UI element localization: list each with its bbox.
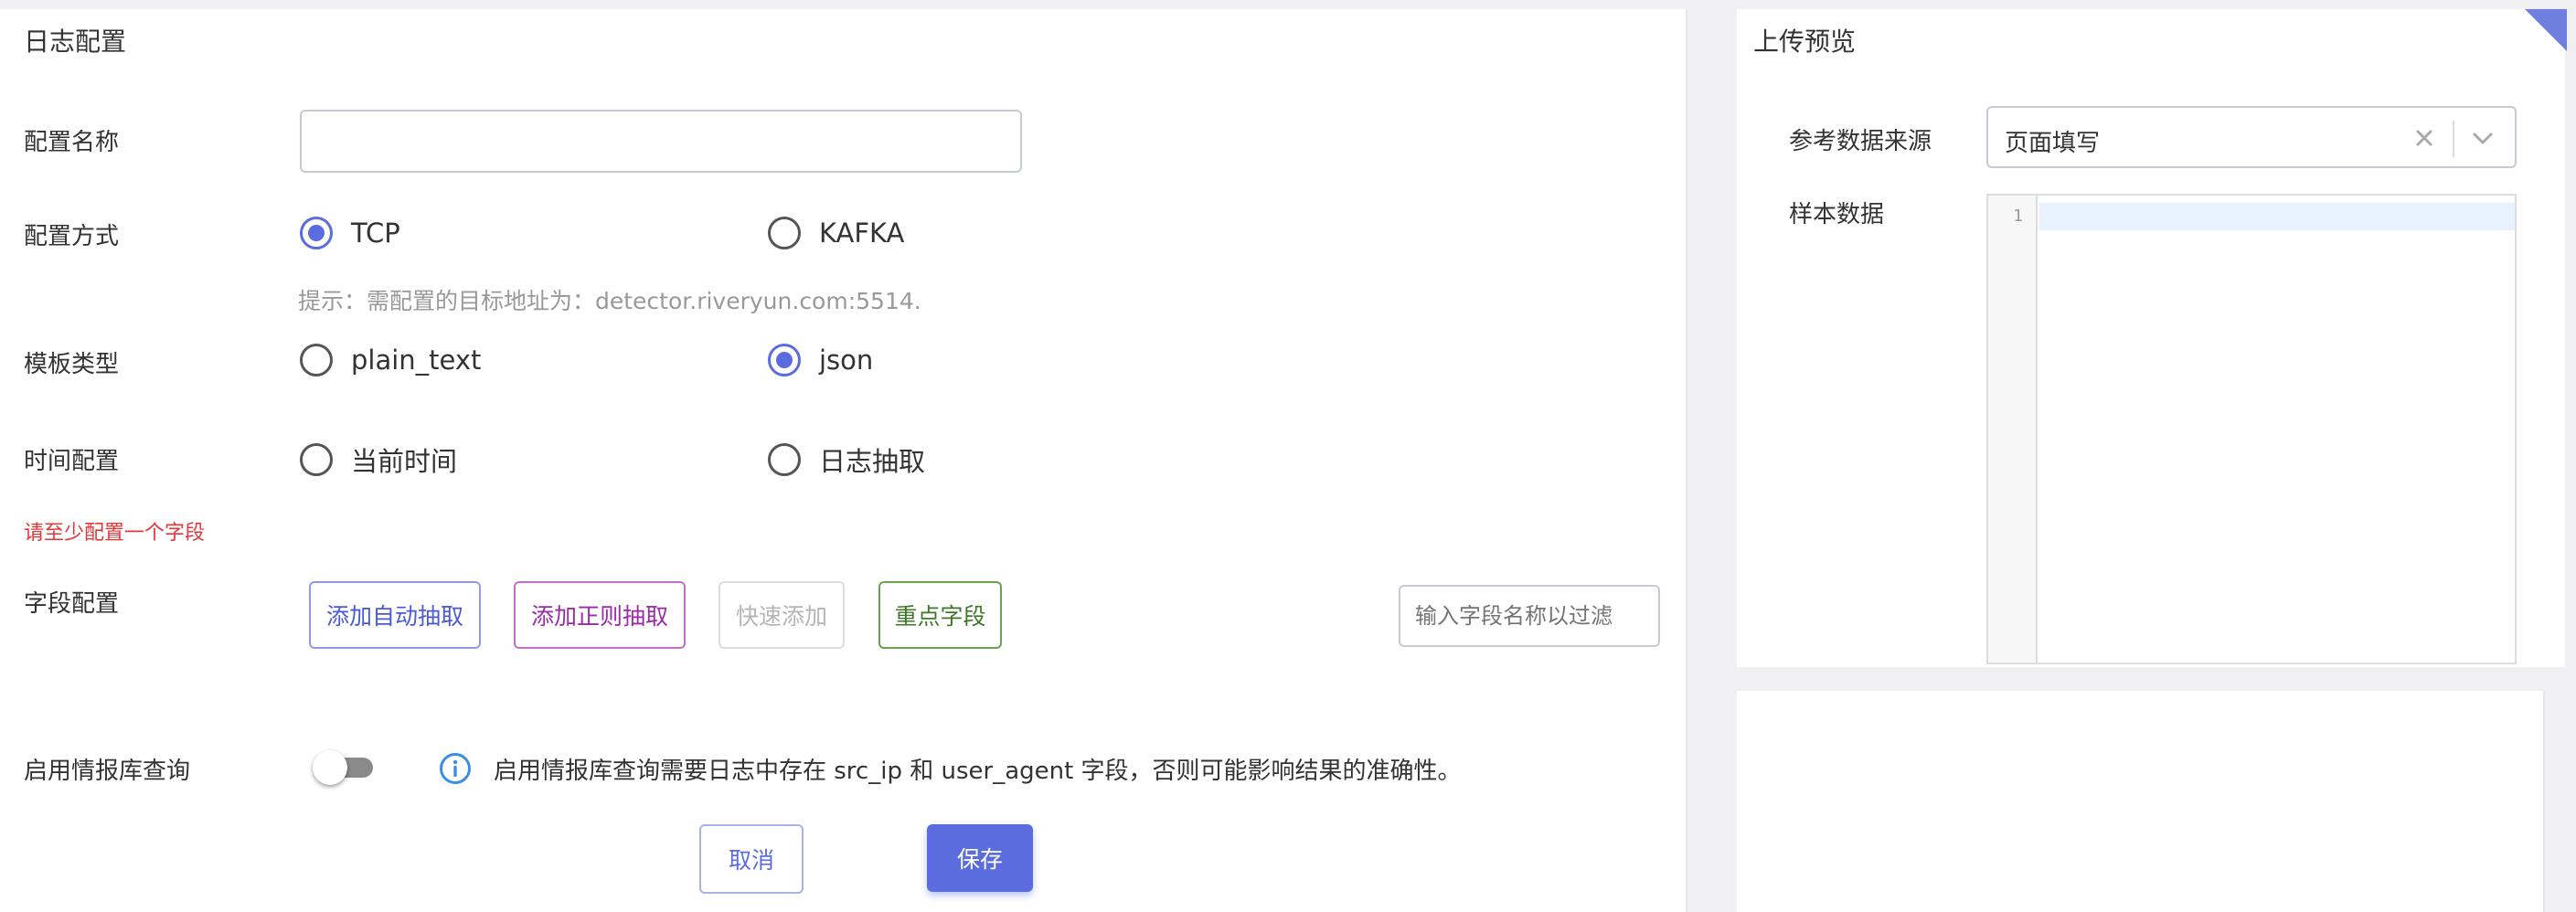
log-config-panel: 日志配置 配置名称 配置方式 TCP KAFKA 提示：需配置的目标地址为：de…: [0, 9, 1687, 912]
save-button[interactable]: 保存: [927, 824, 1033, 892]
intel-query-label: 启用情报库查询: [24, 758, 191, 785]
radio-plain-text-label: plain_text: [351, 345, 482, 376]
radio-kafka-label: KAFKA: [819, 217, 905, 249]
radio-indicator: [300, 344, 333, 376]
panel-gutter: [1687, 9, 1713, 912]
radio-indicator: [300, 217, 333, 249]
field-config-label: 字段配置: [24, 590, 120, 618]
preview-result-panel: [1737, 691, 2543, 912]
radio-tcp[interactable]: TCP: [300, 217, 400, 249]
quick-add-button[interactable]: 快速添加: [719, 581, 845, 649]
upload-preview-title: 上传预览: [1753, 27, 1857, 57]
sample-data-input[interactable]: [2039, 196, 2515, 663]
line-number: 1: [2013, 207, 2023, 226]
info-icon: [440, 753, 471, 784]
corner-flag-icon: [2525, 9, 2567, 51]
field-filter-input[interactable]: [1399, 585, 1660, 647]
config-name-label: 配置名称: [24, 129, 120, 156]
radio-tcp-label: TCP: [351, 217, 400, 249]
data-source-label: 参考数据来源: [1789, 128, 1932, 155]
cancel-button[interactable]: 取消: [699, 824, 804, 894]
field-error-message: 请至少配置一个字段: [24, 522, 206, 545]
key-fields-button[interactable]: 重点字段: [878, 581, 1002, 649]
intel-query-info-text: 启用情报库查询需要日志中存在 src_ip 和 user_agent 字段，否则…: [494, 758, 1462, 785]
sample-data-editor: 1: [1986, 194, 2517, 664]
radio-json-label: json: [819, 345, 874, 376]
radio-current-time[interactable]: 当前时间: [300, 440, 457, 479]
radio-json[interactable]: json: [768, 344, 873, 376]
template-type-label: 模板类型: [24, 351, 120, 378]
add-regex-extract-button[interactable]: 添加正则抽取: [514, 581, 686, 649]
radio-plain-text[interactable]: plain_text: [300, 344, 481, 376]
clear-icon[interactable]: [2411, 124, 2438, 152]
radio-indicator: [768, 443, 801, 476]
radio-kafka[interactable]: KAFKA: [768, 217, 904, 249]
config-method-label: 配置方式: [24, 223, 120, 250]
log-config-title: 日志配置: [24, 27, 127, 57]
radio-indicator: [768, 344, 801, 376]
editor-gutter: 1: [1988, 196, 2038, 663]
config-name-input[interactable]: [300, 110, 1022, 173]
add-auto-extract-button[interactable]: 添加自动抽取: [309, 581, 481, 649]
intel-query-toggle[interactable]: [313, 750, 373, 785]
chevron-down-icon[interactable]: [2469, 126, 2496, 150]
time-config-label: 时间配置: [24, 448, 120, 475]
panel-scroll-edge: [2543, 691, 2545, 912]
radio-current-time-label: 当前时间: [351, 446, 458, 477]
toggle-knob: [313, 750, 347, 785]
data-source-value: 页面填写: [2005, 130, 2101, 157]
radio-indicator: [300, 443, 333, 476]
radio-indicator: [768, 217, 801, 249]
data-source-select[interactable]: 页面填写: [1986, 106, 2517, 168]
target-address-hint: 提示：需配置的目标地址为：detector.riveryun.com:5514.: [298, 288, 921, 314]
radio-log-extract-label: 日志抽取: [819, 446, 926, 477]
select-separator: [2453, 121, 2454, 157]
radio-log-extract[interactable]: 日志抽取: [768, 440, 925, 479]
sample-data-label: 样本数据: [1789, 201, 1885, 228]
